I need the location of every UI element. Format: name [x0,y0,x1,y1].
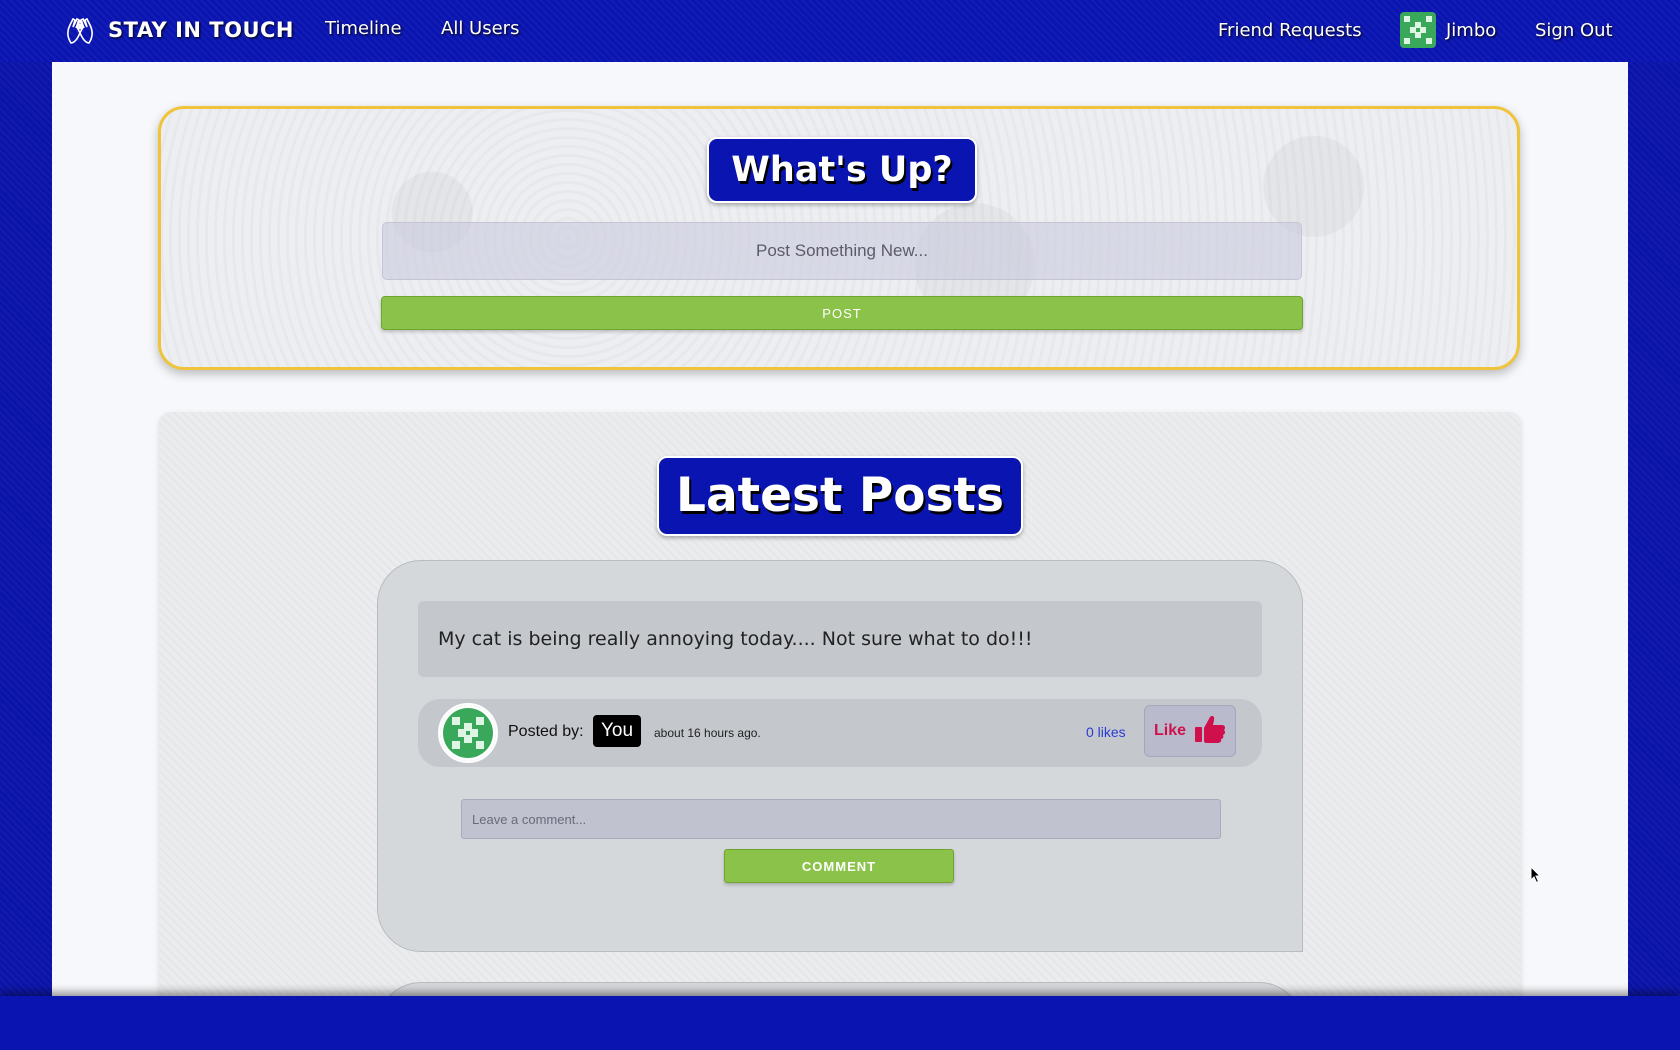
comment-button[interactable]: COMMENT [724,849,954,883]
author-badge[interactable]: You [593,715,642,747]
nav-all-users[interactable]: All Users [441,18,519,39]
post-card: My cat is being really annoying today...… [377,560,1303,952]
new-post-input[interactable] [382,222,1302,280]
mouse-cursor-icon [1530,865,1542,888]
brand-link[interactable]: STAY IN TOUCH [62,12,294,48]
nav-user-profile[interactable]: Jimbo [1400,12,1496,48]
new-post-title: What's Up? [707,137,977,203]
latest-posts-panel: Latest Posts My cat is being really anno… [159,412,1521,996]
author-avatar[interactable] [438,703,498,763]
like-button[interactable]: Like [1144,705,1236,757]
navbar: STAY IN TOUCH Timeline All Users Friend … [0,0,1680,62]
hands-icon [62,12,98,48]
post-body: My cat is being really annoying today...… [418,601,1262,677]
post-timestamp: about 16 hours ago. [654,726,761,740]
posted-by-label: Posted by: [508,723,584,740]
nav-sign-out[interactable]: Sign Out [1535,20,1613,41]
avatar [1400,12,1436,48]
latest-posts-title: Latest Posts [657,456,1023,536]
nav-friend-requests[interactable]: Friend Requests [1218,20,1362,41]
post-button[interactable]: POST [381,296,1303,330]
brand-title: STAY IN TOUCH [108,18,294,42]
new-post-panel: What's Up? POST [158,106,1520,370]
likes-count[interactable]: 0 likes [1086,724,1126,740]
post-card [377,982,1303,996]
like-button-label: Like [1153,722,1186,739]
main-content: What's Up? POST Latest Posts My cat is b… [52,62,1628,996]
post-meta: Posted by: You about 16 hours ago. 0 lik… [418,699,1262,767]
user-name: Jimbo [1446,19,1497,41]
comment-input[interactable] [461,799,1221,839]
footer-bar [0,996,1680,1050]
thumbs-up-icon [1194,714,1226,749]
nav-timeline[interactable]: Timeline [325,18,402,39]
